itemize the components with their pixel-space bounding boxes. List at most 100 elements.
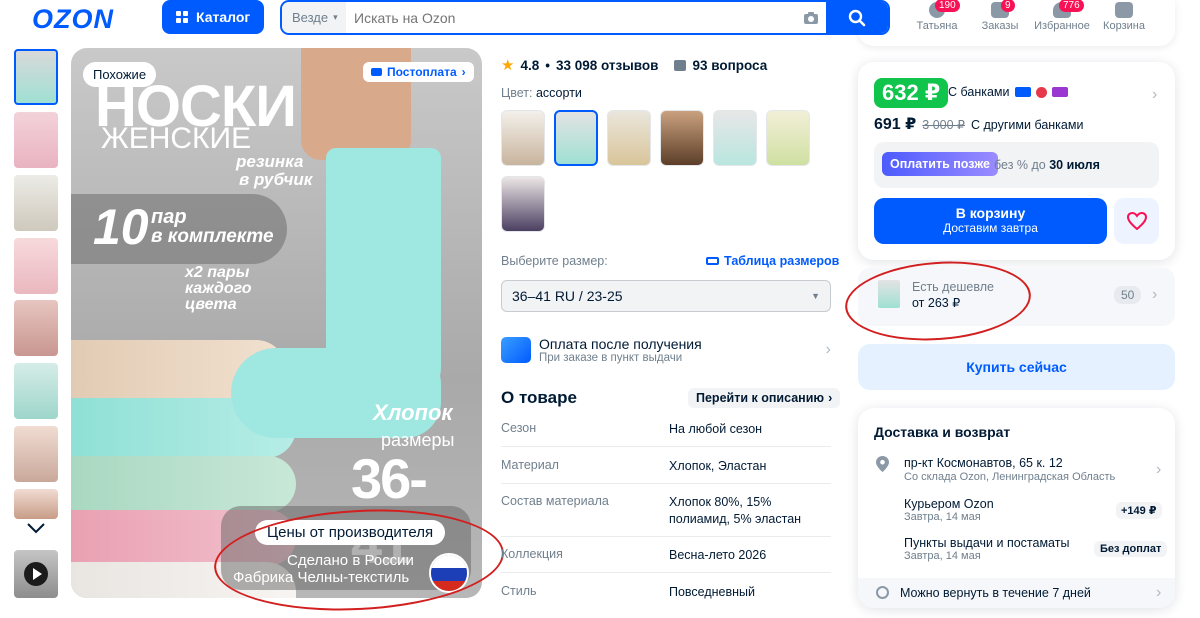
color-variant[interactable] <box>713 110 757 166</box>
return-icon <box>876 586 889 599</box>
bank-logo-icon <box>1051 87 1068 97</box>
buy-now-button[interactable]: Купить сейчас <box>858 344 1175 390</box>
hero-title-2: ЖЕНСКИЕ <box>101 122 252 155</box>
size-table-label: Таблица размеров <box>724 254 840 268</box>
spec-row: Состав материала Хлопок 80%, 15% полиами… <box>501 494 831 537</box>
goto-description-button[interactable]: Перейти к описанию › <box>688 388 841 408</box>
bank-logo-icon <box>1035 86 1047 98</box>
about-title: О товаре <box>501 388 577 407</box>
chevron-right-icon: › <box>1152 86 1158 103</box>
color-variant[interactable] <box>607 110 651 166</box>
add-to-cart-label: В корзину <box>955 205 1026 221</box>
thumbnail[interactable] <box>14 363 58 419</box>
spec-value: Хлопок, Эластан <box>669 459 767 473</box>
size-table-link[interactable]: Таблица размеров <box>706 254 839 268</box>
ozon-bank-icon <box>1014 87 1031 97</box>
thumbnail[interactable] <box>14 175 58 231</box>
color-value: ассорти <box>535 86 582 100</box>
search-scope-label: Везде <box>292 10 329 25</box>
color-row: Цвет: ассорти <box>501 86 582 100</box>
ruler-icon <box>706 257 719 265</box>
old-price: 3 000 ₽ <box>922 118 965 132</box>
grid-icon <box>176 11 188 23</box>
courier-label: Курьером Ozon <box>904 497 994 511</box>
pickup-date: Завтра, 14 мая <box>904 550 981 562</box>
spec-value: Хлопок 80%, 15% полиамид, 5% эластан <box>669 495 802 526</box>
hero-cotton: Хлопок <box>373 400 453 425</box>
thumbnail[interactable] <box>14 49 58 105</box>
pay-later-text: без % до 30 июля <box>994 158 1100 172</box>
pickup-label: Пункты выдачи и постаматы <box>904 536 1070 550</box>
delivery-card: Доставка и возврат пр-кт Космонавтов, 65… <box>858 408 1175 608</box>
thumbnail[interactable] <box>14 426 58 482</box>
search-bar: Везде ▾ <box>280 0 890 35</box>
pay-later-pre: без % до <box>994 158 1046 172</box>
pay-later-button[interactable]: Оплатить позже <box>882 152 998 176</box>
color-variant[interactable] <box>660 110 704 166</box>
heart-icon <box>1126 212 1147 230</box>
socks-green <box>71 456 296 512</box>
search-scope-select[interactable]: Везде ▾ <box>282 2 346 33</box>
spec-key: Состав материала <box>501 494 609 508</box>
thumbnail[interactable] <box>14 112 58 168</box>
thumbnail[interactable] <box>14 489 58 519</box>
return-label: Можно вернуть в течение 7 дней <box>900 586 1091 600</box>
spec-row: Сезон На любой сезон <box>501 421 831 447</box>
camera-icon[interactable] <box>796 2 826 33</box>
hero-rib-1: резинка <box>236 152 304 171</box>
favorite-button[interactable] <box>1114 198 1159 244</box>
price-card: 632 ₽ С банками › 691 ₽ 3 000 ₽ С другим… <box>858 62 1175 260</box>
bank-label: С банками <box>948 85 1010 99</box>
pay-later-row[interactable]: Оплатить позже без % до 30 июля <box>874 142 1159 188</box>
payment-title: Оплата после получения <box>539 336 702 352</box>
price-row: 691 ₽ 3 000 ₽ С другими банками <box>874 114 1083 134</box>
payment-after-row[interactable]: Оплата после получения При заказе в пунк… <box>501 332 831 368</box>
chevron-down-icon[interactable] <box>26 522 46 534</box>
color-variant[interactable] <box>501 110 545 166</box>
reviews-count: 33 098 отзывов <box>555 57 659 73</box>
hero-pairs-l3: цвета <box>185 296 237 313</box>
thumbnail[interactable] <box>14 238 58 294</box>
price: 691 ₽ <box>874 116 917 133</box>
spec-row: Материал Хлопок, Эластан <box>501 458 831 484</box>
spec-key: Материал <box>501 458 559 472</box>
postpay-badge[interactable]: Постоплата › <box>363 62 474 82</box>
delivery-address[interactable]: пр-кт Космонавтов, 65 к. 12 <box>904 456 1063 470</box>
chevron-right-icon: › <box>461 65 466 79</box>
search-input[interactable] <box>346 2 796 33</box>
return-row[interactable]: Можно вернуть в течение 7 дней › <box>858 578 1175 608</box>
card-stack-icon <box>501 337 531 363</box>
spec-row: Стиль Повседневный <box>501 584 831 609</box>
spec-value: Повседневный <box>669 585 756 599</box>
chevron-right-icon: › <box>1152 286 1158 303</box>
video-thumbnail[interactable] <box>14 550 58 598</box>
chevron-right-icon: › <box>1156 584 1162 601</box>
add-to-cart-button[interactable]: В корзину Доставим завтра <box>874 198 1107 244</box>
color-variant[interactable] <box>554 110 598 166</box>
catalog-label: Каталог <box>196 9 251 25</box>
rating-row[interactable]: ★ 4.8 • 33 098 отзывов 93 вопроса <box>501 56 767 74</box>
add-to-cart-sub: Доставим завтра <box>943 221 1038 235</box>
hero-rib-2: в рубчик <box>239 170 313 189</box>
pay-later-date: 30 июля <box>1049 158 1100 172</box>
delivery-warehouse: Со склада Ozon, Ленинградская Область <box>904 471 1116 483</box>
pickup-price: Без доплат <box>1094 541 1168 557</box>
spec-key: Стиль <box>501 584 537 598</box>
color-variant[interactable] <box>766 110 810 166</box>
ozon-logo[interactable]: OZON <box>32 4 114 35</box>
spec-key: Коллекция <box>501 547 563 561</box>
catalog-button[interactable]: Каталог <box>162 0 264 34</box>
postpay-label: Постоплата <box>387 65 457 79</box>
size-value: 36–41 RU / 23-25 <box>512 288 623 304</box>
other-banks-label: С другими банками <box>971 118 1084 132</box>
delivery-title: Доставка и возврат <box>874 424 1011 440</box>
chat-icon <box>674 59 687 71</box>
dot-separator: • <box>545 57 550 73</box>
thumbnail[interactable] <box>14 300 58 356</box>
color-variant[interactable] <box>501 176 545 232</box>
bank-label-row[interactable]: С банками <box>948 85 1068 99</box>
payment-sub: При заказе в пункт выдачи <box>539 352 683 364</box>
size-select[interactable]: 36–41 RU / 23-25 ▼ <box>501 280 831 312</box>
courier-date: Завтра, 14 мая <box>904 511 981 523</box>
chevron-right-icon: › <box>828 391 833 405</box>
